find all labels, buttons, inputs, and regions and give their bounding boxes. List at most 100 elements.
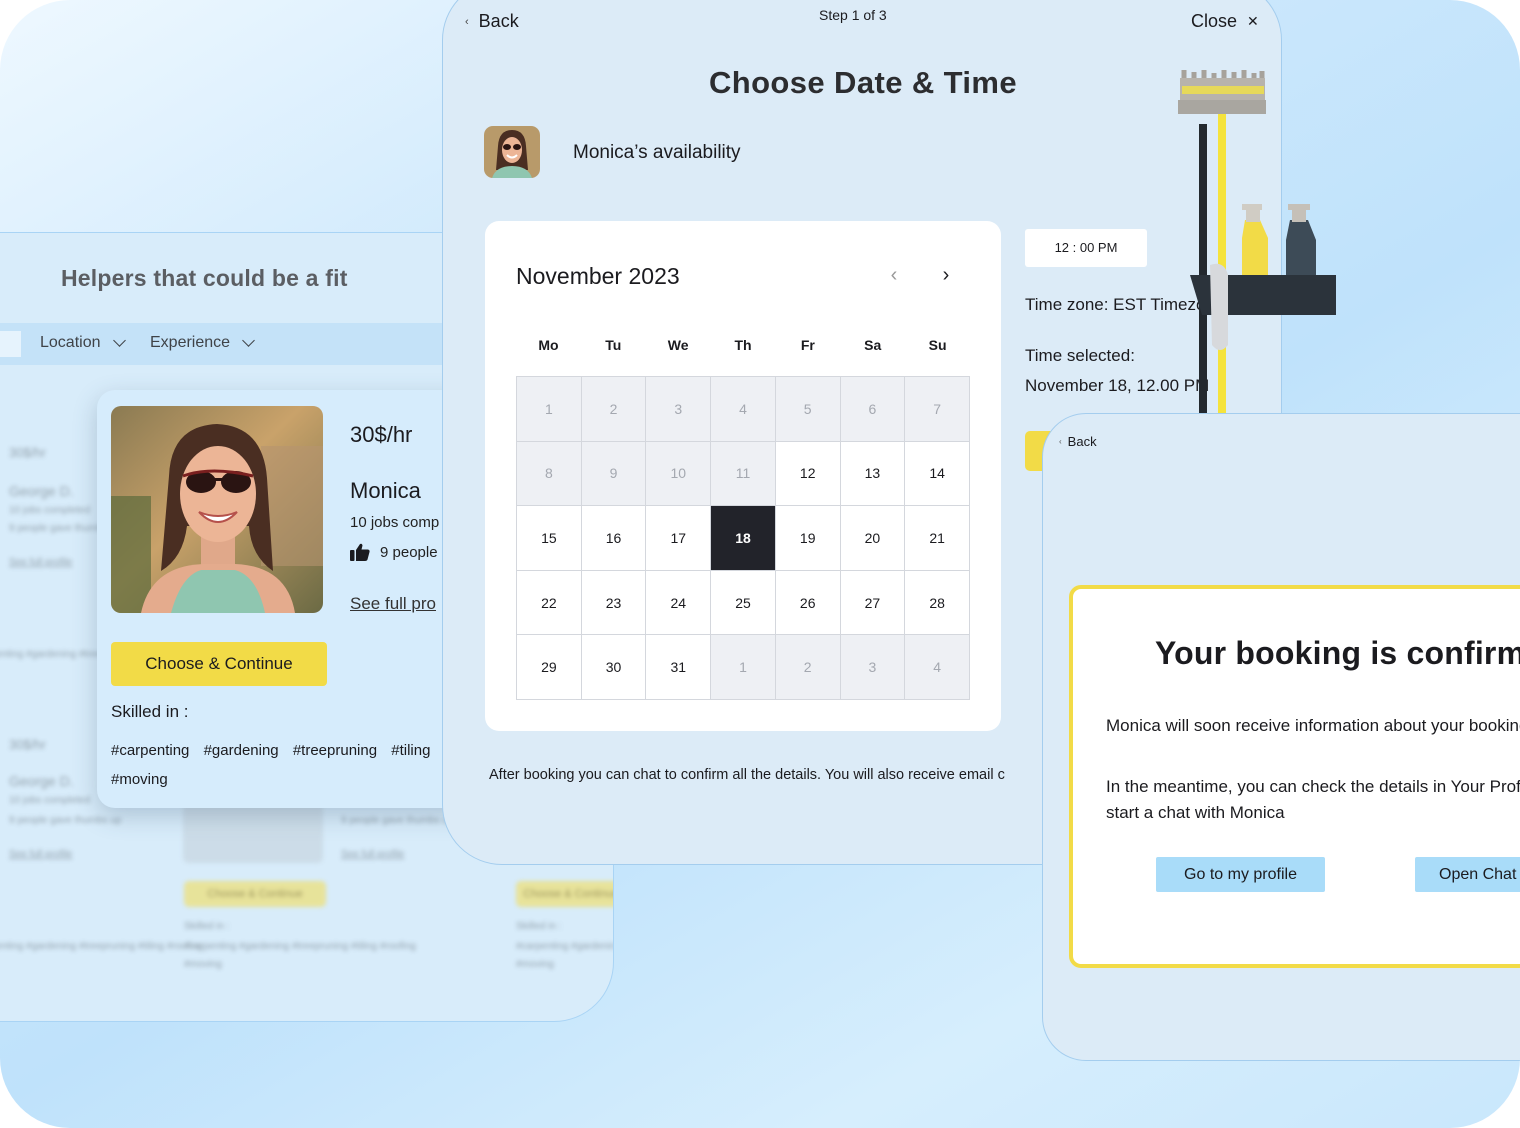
skill-tags: #carpenting #gardening #treepruning #til… bbox=[111, 736, 461, 794]
chevron-down-icon bbox=[242, 334, 255, 347]
weekday-label: Tu bbox=[605, 337, 622, 353]
close-button[interactable]: Close ✕ bbox=[1191, 11, 1259, 32]
bg-jobs: 10 jobs completed bbox=[9, 795, 91, 806]
bg-skilled-label: Skilled in : bbox=[516, 921, 562, 932]
availability-label: Monica’s availability bbox=[573, 142, 741, 163]
calendar-day[interactable]: 17 bbox=[646, 506, 712, 571]
calendar-day[interactable]: 19 bbox=[775, 506, 841, 571]
location-filter-label: Location bbox=[40, 334, 101, 351]
helper-likes: 9 people bbox=[350, 543, 438, 561]
chevron-left-icon: ‹ bbox=[465, 15, 469, 28]
booking-note: After booking you can chat to confirm al… bbox=[489, 767, 1005, 783]
calendar-day[interactable]: 30 bbox=[581, 635, 647, 700]
calendar-day[interactable]: 22 bbox=[517, 570, 582, 636]
skill-tag: #tiling bbox=[391, 742, 431, 759]
thumbs-up-icon bbox=[350, 543, 370, 561]
calendar-day[interactable]: 23 bbox=[581, 570, 647, 636]
calendar-day: 2 bbox=[581, 377, 647, 442]
helper-name: Monica bbox=[350, 478, 421, 503]
experience-filter[interactable]: Experience bbox=[150, 334, 255, 352]
helper-likes-label: 9 people bbox=[380, 543, 438, 561]
bg-name: George D. bbox=[9, 483, 74, 499]
bg-tags-extra: #moving bbox=[184, 959, 222, 970]
helper-card-monica[interactable]: 30$/hr Monica 10 jobs comp 9 people See … bbox=[97, 390, 477, 808]
close-label: Close bbox=[1191, 11, 1238, 31]
chevron-left-icon[interactable]: ‹ bbox=[883, 265, 905, 287]
app-canvas: Helpers that could be a fit Location Exp… bbox=[0, 0, 1520, 1128]
calendar-day[interactable]: 20 bbox=[840, 506, 906, 571]
calendar-day[interactable]: 31 bbox=[646, 635, 712, 700]
chevron-right-icon[interactable]: › bbox=[935, 265, 957, 287]
step-indicator: Step 1 of 3 bbox=[819, 7, 887, 23]
see-full-profile-link[interactable]: See full pro bbox=[350, 594, 436, 614]
calendar-day[interactable]: 28 bbox=[905, 570, 970, 636]
calendar-day: 6 bbox=[840, 377, 906, 442]
bg-profile-link[interactable]: See full profile bbox=[9, 557, 72, 568]
bg-profile-link[interactable]: See full profile bbox=[9, 849, 72, 860]
back-button[interactable]: ‹ Back bbox=[1059, 434, 1097, 449]
confirmation-dialog: Your booking is confirmed Monica will so… bbox=[1069, 585, 1520, 968]
helper-avatar bbox=[484, 126, 540, 178]
bg-tags-extra: #moving bbox=[516, 959, 554, 970]
weekday-label: Su bbox=[928, 337, 947, 353]
calendar-day[interactable]: 13 bbox=[840, 441, 906, 507]
confirmation-title: Your booking is confirmed bbox=[1155, 635, 1520, 671]
cleaning-supplies-illustration bbox=[1178, 70, 1336, 415]
back-label: Back bbox=[478, 11, 519, 31]
weekday-label: We bbox=[667, 337, 689, 353]
open-chat-button[interactable]: Open Chat bbox=[1415, 857, 1520, 892]
filter-chip[interactable] bbox=[0, 331, 21, 357]
calendar-day[interactable]: 15 bbox=[517, 506, 582, 571]
bg-jobs: 10 jobs completed bbox=[9, 505, 91, 516]
choose-continue-button[interactable]: Choose & Continue bbox=[111, 642, 327, 686]
confirmation-hint-line: In the meantime, you can check the detai… bbox=[1106, 777, 1520, 796]
go-to-profile-button[interactable]: Go to my profile bbox=[1156, 857, 1325, 892]
back-label: Back bbox=[1067, 434, 1097, 449]
calendar-day: 1 bbox=[517, 377, 582, 442]
calendar-day[interactable]: 29 bbox=[517, 635, 582, 700]
calendar-day[interactable]: 26 bbox=[775, 570, 841, 636]
confirmation-hint-line: start a chat with Monica bbox=[1106, 803, 1285, 822]
bg-name: George D. bbox=[9, 773, 74, 789]
calendar-day: 11 bbox=[711, 441, 776, 507]
skill-tag: #treepruning bbox=[292, 742, 378, 759]
bg-likes: 9 people gave thumbs up bbox=[9, 815, 122, 826]
location-filter[interactable]: Location bbox=[40, 334, 126, 352]
bg-choose-button[interactable]: Choose & Continue bbox=[184, 881, 326, 907]
skill-tag: #moving bbox=[111, 771, 168, 788]
bg-choose-button[interactable]: Choose & Continue bbox=[516, 881, 613, 907]
calendar-day[interactable]: 25 bbox=[711, 570, 776, 636]
calendar-day: 2 bbox=[775, 635, 841, 700]
calendar-day: 7 bbox=[905, 377, 970, 442]
weekday-label: Sa bbox=[864, 337, 882, 353]
calendar-day[interactable]: 27 bbox=[840, 570, 906, 636]
weekday-header: Mo Tu We Th Fr Sa Su bbox=[516, 337, 970, 353]
experience-filter-label: Experience bbox=[150, 334, 231, 351]
confirmation-hint: In the meantime, you can check the detai… bbox=[1106, 774, 1520, 826]
bg-profile-link[interactable]: See full profile bbox=[341, 849, 404, 860]
bg-tags: #carpenting #gardening #treepruning #til… bbox=[0, 941, 203, 952]
calendar-day-selected[interactable]: 18 bbox=[711, 506, 776, 571]
calendar-day: 5 bbox=[775, 377, 841, 442]
helper-rate: 30$/hr bbox=[350, 422, 413, 447]
calendar-day: 1 bbox=[711, 635, 776, 700]
calendar-grid: 1 2 3 4 5 6 7 8 9 10 11 12 13 14 15 16 17 18 19 20 21 22 23 24 2… bbox=[516, 376, 970, 700]
calendar-day: 3 bbox=[840, 635, 906, 700]
calendar: November 2023 ‹ › Mo Tu We Th Fr Sa Su 1… bbox=[485, 221, 1001, 731]
calendar-day: 9 bbox=[581, 441, 647, 507]
bg-rate: 30$/hr bbox=[9, 737, 46, 752]
skilled-in-label: Skilled in : bbox=[111, 702, 189, 721]
calendar-day: 3 bbox=[646, 377, 712, 442]
calendar-day[interactable]: 12 bbox=[775, 441, 841, 507]
bg-likes: 9 people gave thumbs up bbox=[341, 815, 454, 826]
time-select[interactable]: 12 : 00 PM bbox=[1025, 229, 1147, 267]
back-button[interactable]: ‹ Back bbox=[465, 11, 519, 32]
calendar-day[interactable]: 21 bbox=[905, 506, 970, 571]
chevron-down-icon bbox=[112, 334, 126, 347]
calendar-day[interactable]: 24 bbox=[646, 570, 712, 636]
time-selected-label: Time selected: bbox=[1025, 346, 1135, 365]
calendar-day[interactable]: 14 bbox=[905, 441, 970, 507]
weekday-label: Mo bbox=[538, 337, 559, 353]
calendar-day[interactable]: 16 bbox=[581, 506, 647, 571]
calendar-day: 10 bbox=[646, 441, 712, 507]
